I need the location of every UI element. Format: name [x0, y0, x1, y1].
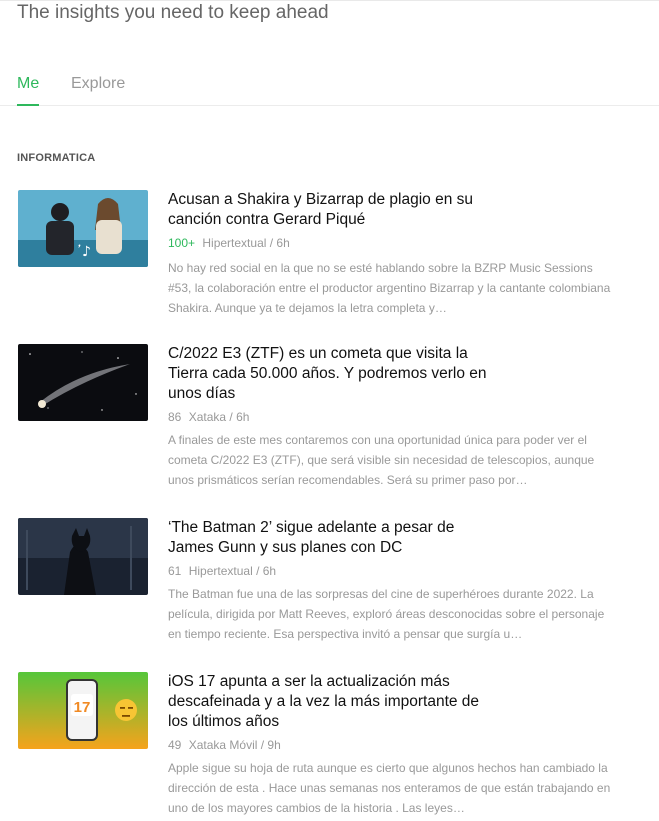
- article-item: C/2022 E3 (ZTF) es un cometa que visita …: [17, 344, 617, 487]
- section-heading: INFORMATICA: [17, 152, 96, 164]
- batman-thumbnail-icon: [18, 518, 148, 595]
- article-title[interactable]: iOS 17 apunta a ser la actualización más…: [168, 672, 498, 732]
- page-tagline: The insights you need to keep ahead: [17, 2, 329, 23]
- article-item: 17 iOS 17 apunta a ser la actualización …: [17, 672, 617, 815]
- comet-thumbnail-icon: [18, 344, 148, 421]
- engagement-count: 100+: [168, 236, 196, 250]
- engagement-count: 86: [168, 410, 182, 424]
- article-thumbnail[interactable]: ᾿♪: [18, 190, 148, 267]
- tab-bar: Me Explore: [0, 60, 659, 106]
- engagement-count: 61: [168, 564, 182, 578]
- tab-explore[interactable]: Explore: [71, 75, 125, 93]
- article-excerpt: The Batman fue una de las sorpresas del …: [168, 587, 605, 641]
- article-meta: 61 Hipertextual / 6h: [168, 564, 276, 578]
- tab-me[interactable]: Me: [17, 75, 40, 106]
- article-thumbnail[interactable]: 17: [18, 672, 148, 749]
- article-thumbnail[interactable]: [18, 518, 148, 595]
- article-excerpt: A finales de este mes contaremos con una…: [168, 433, 595, 487]
- article-title[interactable]: Acusan a Shakira y Bizarrap de plagio en…: [168, 190, 498, 230]
- music-session-thumbnail-icon: ᾿♪: [18, 190, 148, 267]
- article-meta: 100+ Hipertextual / 6h: [168, 236, 290, 250]
- article-thumbnail[interactable]: [18, 344, 148, 421]
- article-meta: 49 Xataka Móvil / 9h: [168, 738, 281, 752]
- ios17-thumbnail-icon: 17: [18, 672, 148, 749]
- article-item: ᾿♪ Acusan a Shakira y Bizarrap de plagio…: [17, 190, 617, 330]
- article-excerpt: No hay red social en la que no se esté h…: [168, 261, 611, 315]
- article-source-time: Xataka / 6h: [188, 410, 250, 424]
- article-source-time: Xataka Móvil / 9h: [188, 738, 281, 752]
- article-item: ‘The Batman 2’ sigue adelante a pesar de…: [17, 518, 617, 658]
- article-source-time: Hipertextual / 6h: [202, 236, 290, 250]
- svg-text:17: 17: [74, 699, 91, 716]
- article-meta: 86 Xataka / 6h: [168, 410, 249, 424]
- article-title[interactable]: ‘The Batman 2’ sigue adelante a pesar de…: [168, 518, 498, 558]
- engagement-count: 49: [168, 738, 182, 752]
- article-title[interactable]: C/2022 E3 (ZTF) es un cometa que visita …: [168, 344, 498, 404]
- article-excerpt: Apple sigue su hoja de ruta aunque es ci…: [168, 761, 611, 815]
- article-source-time: Hipertextual / 6h: [188, 564, 277, 578]
- svg-text:᾿♪: ᾿♪: [75, 244, 91, 260]
- top-divider: [0, 0, 659, 1]
